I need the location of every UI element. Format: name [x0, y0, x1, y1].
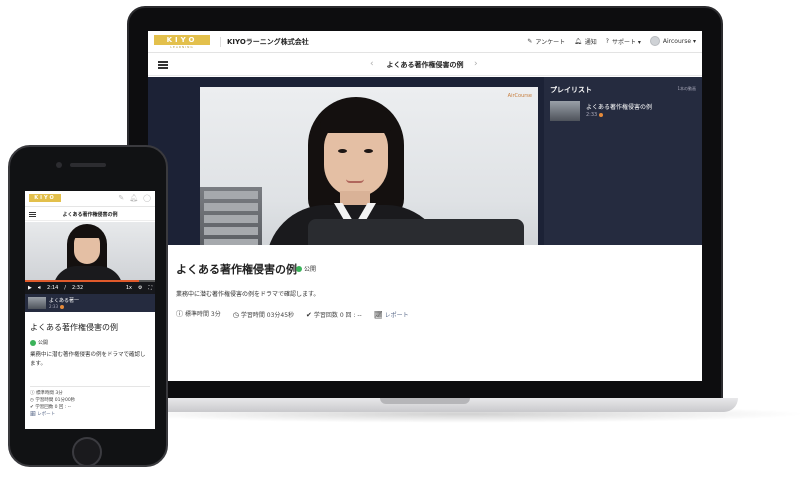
page-title: よくある著作権侵害の例	[386, 61, 464, 69]
edit-icon[interactable]: ✎	[118, 194, 124, 202]
course-title: よくある著作権侵害の例	[176, 263, 297, 276]
survey-link[interactable]: ✎ アンケート	[527, 37, 565, 46]
playlist-item-title: よくある著作権侵害の例	[586, 104, 653, 111]
time-separator: /	[64, 285, 66, 291]
playlist-item-time: 2:33	[586, 112, 598, 118]
brand-logo[interactable]: KIYO	[29, 194, 61, 202]
help-icon: ?	[605, 37, 609, 45]
header-menu: ✎ アンケート 🔔︎ 通知 ? サポート ▾ Aircourse ▾	[527, 36, 696, 46]
home-button	[72, 437, 102, 467]
status-dot-icon	[30, 339, 36, 346]
phone-screen: KIYO ✎ 🔔︎ ◯ よくある著作権侵害の例 ▶ 🔊︎ 2:14 / 2:32…	[25, 191, 155, 429]
unwatched-dot-icon	[599, 112, 604, 117]
fullscreen-icon[interactable]: ⛶	[148, 285, 152, 291]
phone-device: KIYO ✎ 🔔︎ ◯ よくある著作権侵害の例 ▶ 🔊︎ 2:14 / 2:32…	[8, 145, 168, 467]
playlist-item-time: 2:33	[49, 304, 58, 309]
study-count: 学習回数 0 回 : --	[35, 405, 72, 410]
logo-subtext: LEARNING	[170, 45, 194, 49]
player-controls: ▶ 🔊︎ 2:14 / 2:32 1x ⚙ ⛶	[25, 282, 155, 294]
duration: 2:32	[71, 285, 84, 291]
app-header: KIYO LEARNING KIYOラーニング株式会社 ✎ アンケート 🔔︎ 通…	[148, 31, 702, 53]
clock-icon: ◷	[232, 310, 239, 319]
phone-title-bar: よくある著作権侵害の例	[25, 208, 155, 221]
check-icon: ✔	[306, 310, 312, 319]
avatar	[649, 36, 660, 46]
study-time: 学習時間 03分45秒	[240, 311, 295, 319]
content-title-bar: ‹ よくある著作権侵害の例 ›	[148, 54, 702, 76]
playlist-item-title: よくある著一	[49, 298, 80, 304]
status-badge: 公開	[296, 264, 316, 273]
report-link[interactable]: 📈︎ レポート	[374, 310, 409, 319]
speed-button[interactable]: 1x	[126, 285, 132, 291]
playlist-item[interactable]: よくある著作権侵害の例 2:33	[550, 101, 696, 121]
laptop-screen: KIYO LEARNING KIYOラーニング株式会社 ✎ アンケート 🔔︎ 通…	[148, 31, 702, 381]
video-area: AirCourse ▶ 🔊︎ 2:14 / 2:32 1x ⚙	[148, 77, 702, 277]
standard-time: 標準時間 3分	[35, 391, 63, 396]
playlist-item[interactable]: よくある著一 2:33	[25, 294, 155, 312]
bell-icon: 🔔︎	[574, 37, 582, 45]
organization-name: KIYOラーニング株式会社	[220, 37, 309, 47]
edit-icon: ✎	[527, 37, 533, 45]
laptop-notch	[380, 398, 470, 404]
status-badge: 公開	[30, 339, 48, 346]
course-meta: ⓘ 標準時間 3分 ◷ 学習時間 01分00秒 ✔ 学習回数 0 回 : -- …	[30, 390, 75, 418]
avatar[interactable]: ◯	[143, 194, 151, 202]
playlist-heading: プレイリスト	[550, 86, 592, 94]
info-icon: ⓘ	[176, 310, 183, 318]
notification-link[interactable]: 🔔︎ 通知	[574, 37, 597, 46]
account-menu[interactable]: Aircourse ▾	[649, 36, 696, 46]
course-meta: ⓘ 標準時間 3分 ◷ 学習時間 03分45秒 ✔ 学習回数 0 回 : -- 📈︎ レ…	[176, 309, 409, 319]
video-player[interactable]	[25, 222, 155, 282]
course-description: 業務中に潜む著作権侵害の例をドラマで確認します。	[176, 291, 320, 298]
marketing-mockup: KIYO LEARNING KIYOラーニング株式会社 ✎ アンケート 🔔︎ 通…	[0, 0, 800, 478]
page-title: よくある著作権侵害の例	[62, 212, 118, 218]
watermark: AirCourse	[507, 93, 532, 99]
course-description: 業務中に潜む著作権侵害の例をドラマで確認します。	[30, 352, 146, 367]
play-icon[interactable]: ▶	[28, 285, 32, 291]
divider	[30, 386, 150, 387]
chart-icon: 📈︎	[373, 310, 383, 319]
volume-icon[interactable]: 🔊︎	[38, 285, 41, 291]
camera	[56, 162, 62, 168]
standard-time: 標準時間 3分	[185, 311, 221, 318]
course-title: よくある著作権侵害の例	[30, 323, 118, 332]
logo-text: KIYO	[166, 36, 198, 44]
phone-header: KIYO ✎ 🔔︎ ◯	[25, 191, 155, 207]
bell-icon[interactable]: 🔔︎	[129, 194, 138, 202]
playlist-panel: プレイリスト 1本の動画 よくある著作権侵害の例 2:33	[544, 77, 702, 245]
support-menu[interactable]: ? サポート ▾	[606, 37, 641, 46]
brand-logo[interactable]: KIYO LEARNING	[154, 35, 210, 49]
status-dot-icon	[296, 265, 302, 272]
playlist-thumbnail	[550, 101, 580, 121]
course-info: よくある著作権侵害の例 公開 業務中に潜む著作権侵害の例をドラマで確認します。 …	[148, 245, 702, 381]
unwatched-dot-icon	[59, 305, 64, 309]
playlist-count: 1本の動画	[677, 86, 696, 91]
chevron-right-icon[interactable]: ›	[474, 59, 478, 69]
report-link[interactable]: 📈︎ レポート	[30, 411, 75, 418]
current-time: 2:14	[47, 285, 59, 291]
study-count: 学習回数 0 回 : --	[313, 311, 362, 319]
settings-gear-icon[interactable]: ⚙	[138, 285, 142, 291]
playlist-thumbnail	[28, 297, 46, 309]
speaker	[70, 163, 106, 167]
study-time: 学習時間 01分00秒	[35, 398, 76, 403]
